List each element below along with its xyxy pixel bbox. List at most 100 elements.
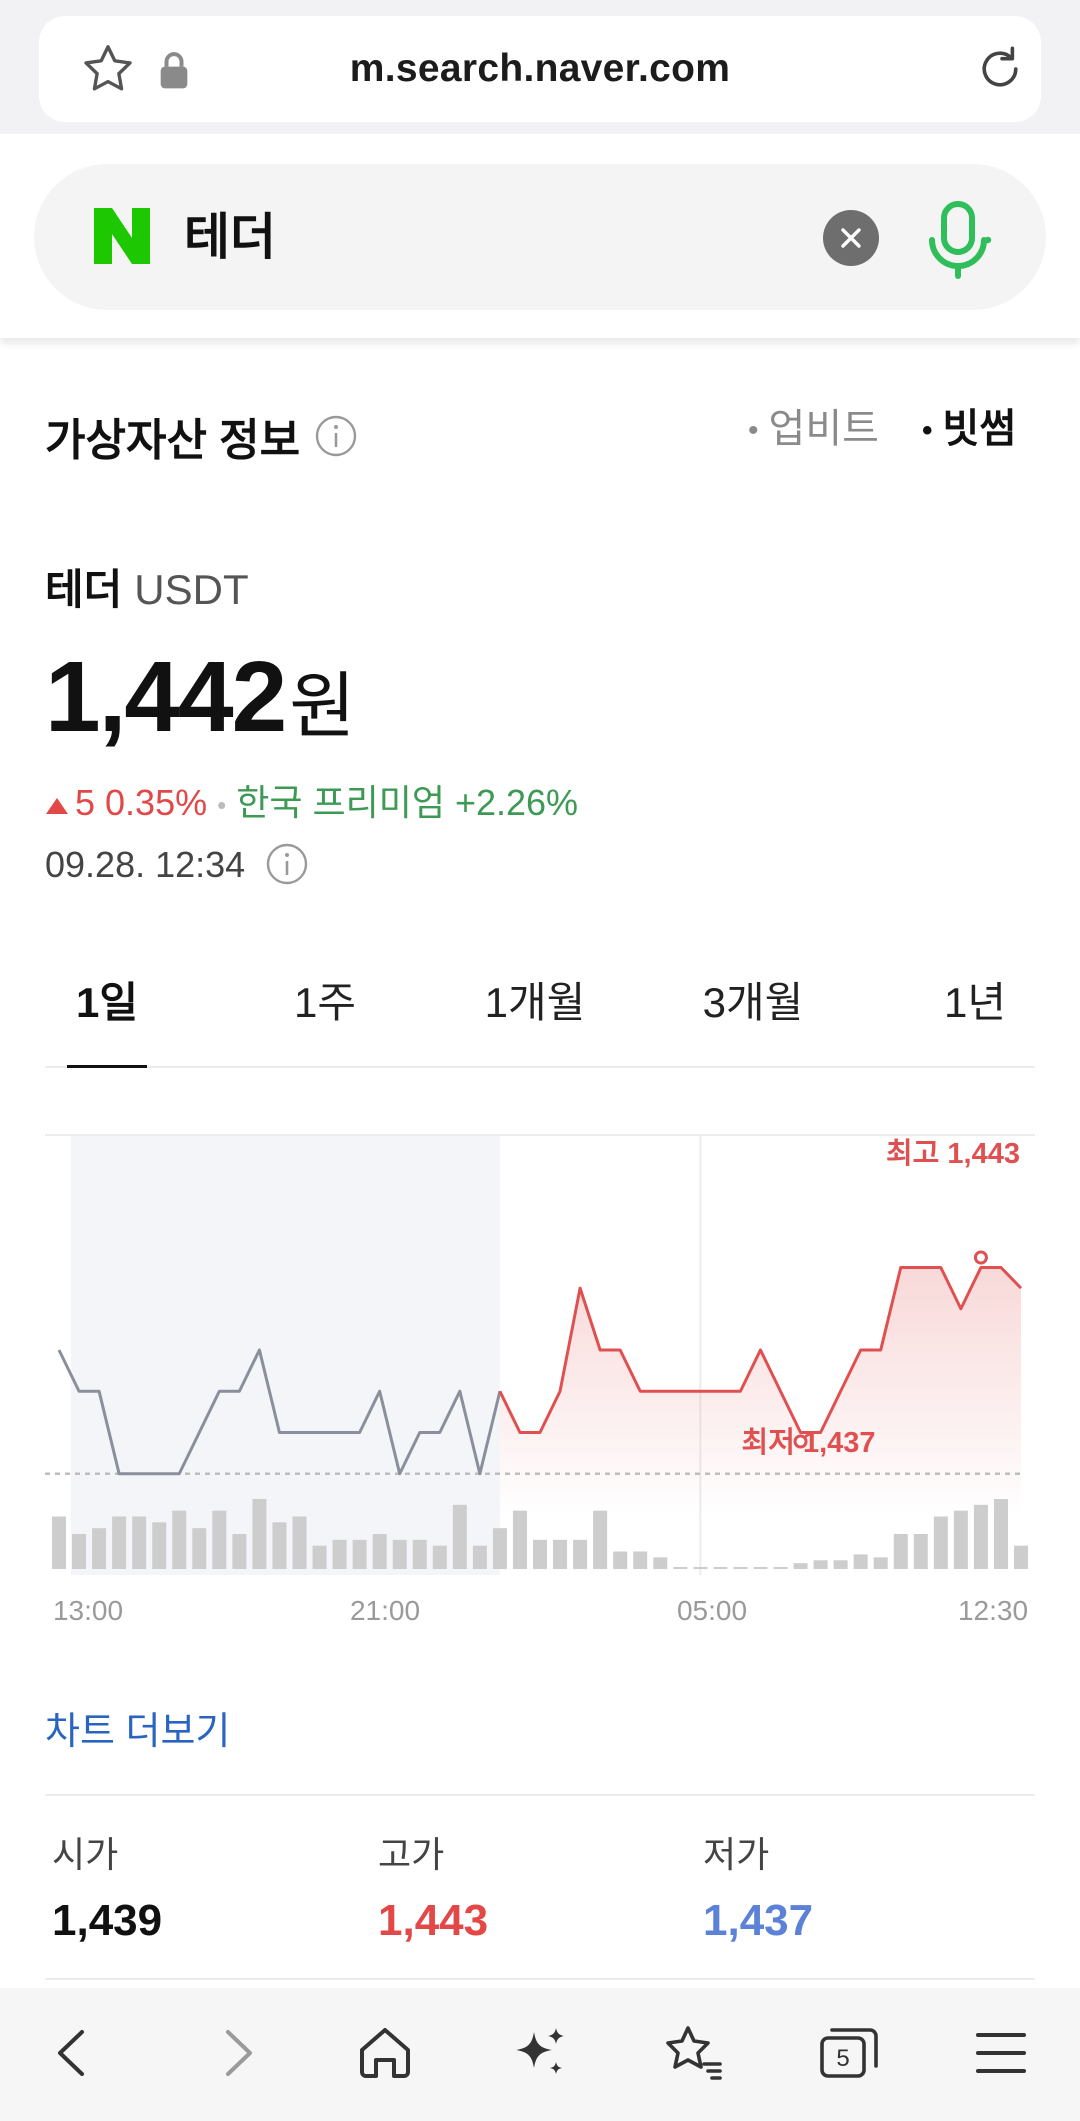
volume-bar [633, 1551, 648, 1569]
volume-bar [933, 1516, 948, 1569]
volume-bar [252, 1499, 267, 1569]
volume-bar [753, 1567, 768, 1569]
period-tabs: 1일 1주 1개월 3개월 1년 [45, 950, 1035, 1068]
volume-bar [312, 1545, 327, 1569]
volume-bar [512, 1510, 527, 1569]
exchange-bithumb[interactable]: • 빗썸 [922, 396, 1016, 454]
x-tick-label: 05:00 [677, 1595, 747, 1626]
x-tick-label: 13:00 [53, 1595, 123, 1626]
volume-bar [713, 1567, 728, 1569]
volume-bar [913, 1534, 928, 1569]
volume-bar [553, 1539, 568, 1569]
info-icon[interactable] [265, 842, 309, 886]
tabs-icon[interactable]: 5 [812, 2018, 882, 2088]
tab-count: 5 [836, 2045, 849, 2072]
close-icon [841, 228, 861, 248]
volume-bar [533, 1539, 547, 1569]
bullet-icon: • [922, 414, 933, 448]
microphone-icon[interactable] [922, 200, 994, 280]
volume-bar [993, 1499, 1008, 1569]
chart-more-link[interactable]: 차트 더보기 [45, 1700, 230, 1755]
high-label: 최고 1,443 [886, 1137, 1020, 1170]
naver-logo-icon[interactable] [90, 204, 154, 268]
clear-search-button[interactable] [823, 210, 879, 266]
bottom-navigation: 5 [0, 1988, 1080, 2121]
volume-bar [372, 1534, 387, 1569]
timestamp: 09.28. 12:34 [45, 842, 309, 886]
volume-bar [1014, 1545, 1028, 1569]
up-triangle-icon [46, 798, 68, 814]
exchange-bithumb-label: 빗썸 [942, 407, 1017, 451]
volume-bar [472, 1545, 487, 1569]
coin-price: 1,442원 [45, 640, 356, 755]
x-tick-label: 21:00 [350, 1595, 420, 1626]
tab-1-month[interactable]: 1개월 [475, 950, 595, 1066]
divider [45, 1978, 1035, 1980]
volume-bar [693, 1567, 708, 1569]
volume-bar [272, 1522, 287, 1569]
separator-dot: • [217, 789, 227, 820]
volume-bar [613, 1551, 628, 1569]
volume-bar [212, 1510, 227, 1569]
volume-bar [673, 1567, 688, 1569]
back-icon[interactable] [40, 2018, 110, 2088]
coin-name-label: 테더 [45, 566, 123, 613]
forward-icon[interactable] [200, 2018, 270, 2088]
stat-open: 시가 1,439 [52, 1826, 162, 1946]
volume-bar [833, 1560, 848, 1569]
volume-bar [773, 1567, 788, 1569]
coin-symbol: USDT [134, 566, 249, 613]
volume-bar [72, 1534, 87, 1569]
volume-bar [593, 1510, 608, 1569]
volume-bar [793, 1563, 808, 1569]
price-change: 5 0.35% [45, 782, 207, 823]
volume-bar [953, 1510, 968, 1569]
bookmarks-icon[interactable] [658, 2018, 728, 2088]
timestamp-text: 09.28. 12:34 [45, 844, 246, 885]
tab-1-week[interactable]: 1주 [280, 950, 370, 1066]
volume-bar [432, 1545, 447, 1569]
volume-bar [332, 1539, 347, 1569]
url-text[interactable]: m.search.naver.com [39, 16, 1041, 122]
volume-bar [412, 1539, 427, 1569]
stat-open-value: 1,439 [52, 1896, 163, 1945]
stat-high-value: 1,443 [378, 1896, 489, 1945]
x-tick-label: 12:30 [958, 1595, 1028, 1626]
volume-bar [292, 1516, 307, 1569]
coin-name: 테더 USDT [45, 556, 249, 617]
stat-high-label: 고가 [378, 1834, 445, 1875]
volume-bar [813, 1560, 828, 1569]
volume-bar [733, 1567, 748, 1569]
volume-bar [573, 1539, 588, 1569]
tab-3-months[interactable]: 3개월 [693, 950, 813, 1066]
price-value: 1,442 [45, 641, 287, 753]
volume-bar [352, 1539, 367, 1569]
address-bar[interactable]: m.search.naver.com [39, 16, 1041, 122]
stat-high: 고가 1,443 [378, 1826, 488, 1946]
tab-1-year[interactable]: 1년 [930, 950, 1020, 1066]
volume-bar [392, 1539, 407, 1569]
volume-bar [973, 1504, 988, 1569]
search-header: 테더 [0, 134, 1080, 338]
volume-bar [132, 1516, 147, 1569]
divider [45, 1794, 1035, 1796]
volume-bar [192, 1528, 207, 1569]
exchange-upbit-label: 업비트 [768, 407, 879, 451]
search-box[interactable]: 테더 [34, 164, 1046, 310]
stat-low-label: 저가 [703, 1834, 770, 1875]
menu-icon[interactable] [966, 2018, 1036, 2088]
search-query[interactable]: 테더 [184, 164, 276, 310]
volume-bar [52, 1516, 66, 1569]
home-icon[interactable] [350, 2018, 420, 2088]
exchange-upbit[interactable]: • 업비트 [748, 396, 879, 454]
tab-1-day[interactable]: 1일 [67, 950, 147, 1068]
volume-bar [92, 1528, 107, 1569]
price-chart[interactable]: 최고 1,443 최저 1,437 13:00 21:00 05:00 12:30 [45, 1130, 1035, 1640]
reload-icon[interactable] [973, 42, 1027, 96]
info-icon[interactable] [314, 414, 358, 458]
volume-bar [873, 1557, 888, 1569]
ai-sparkle-icon[interactable] [504, 2018, 574, 2088]
volume-bar [853, 1554, 868, 1569]
low-label: 최저 1,437 [742, 1426, 876, 1459]
volume-bar [172, 1510, 187, 1569]
